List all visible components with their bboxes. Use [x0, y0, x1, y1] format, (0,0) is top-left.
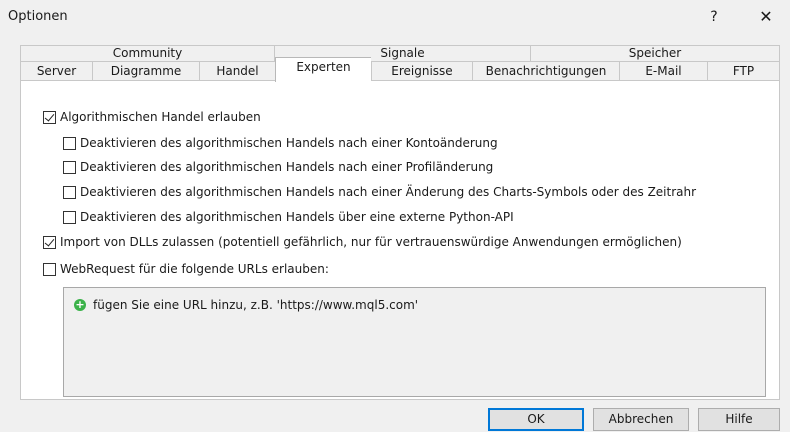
option-algo-trading[interactable]: Algorithmischen Handel erlauben	[43, 108, 261, 126]
disable-on-account-change-checkbox[interactable]	[63, 136, 76, 150]
url-list[interactable]: + fügen Sie eine URL hinzu, z.B. 'https:…	[63, 287, 766, 397]
dll-import-label: Import von DLLs zulassen (potentiell gef…	[60, 235, 682, 249]
disable-python-api-checkbox[interactable]	[63, 210, 76, 224]
window-title: Optionen	[8, 9, 68, 24]
tab-diagramme[interactable]: Diagramme	[92, 61, 199, 81]
help-button[interactable]: Hilfe	[698, 408, 780, 431]
tab-community[interactable]: Community	[20, 45, 274, 61]
dll-import-checkbox[interactable]	[43, 235, 56, 249]
tab-email[interactable]: E-Mail	[619, 61, 707, 81]
help-icon[interactable]: ?	[702, 5, 726, 29]
webrequest-label: WebRequest für die folgende URLs erlaube…	[60, 262, 329, 276]
disable-python-api-label: Deaktivieren des algorithmischen Handels…	[80, 210, 514, 224]
disable-on-symbol-change-label: Deaktivieren des algorithmischen Handels…	[80, 185, 697, 199]
tab-handel[interactable]: Handel	[199, 61, 275, 81]
add-url-item[interactable]: + fügen Sie eine URL hinzu, z.B. 'https:…	[74, 298, 418, 312]
tab-ereignisse[interactable]: Ereignisse	[371, 61, 472, 81]
tab-row-bottom: Server Diagramme Handel Experten Ereigni…	[20, 57, 780, 82]
tab-ftp[interactable]: FTP	[707, 61, 780, 81]
tab-strip: Community Signale Speicher Server Diagra…	[20, 45, 780, 82]
disable-on-profile-change-label: Deaktivieren des algorithmischen Handels…	[80, 160, 494, 174]
algo-trading-checkbox[interactable]	[43, 110, 56, 124]
tab-row-top: Community Signale Speicher	[20, 45, 780, 61]
option-disable-on-profile-change[interactable]: Deaktivieren des algorithmischen Handels…	[63, 158, 493, 176]
option-disable-on-account-change[interactable]: Deaktivieren des algorithmischen Handels…	[63, 134, 498, 152]
disable-on-symbol-change-checkbox[interactable]	[63, 185, 76, 199]
tab-experten[interactable]: Experten	[275, 57, 371, 82]
tab-speicher[interactable]: Speicher	[530, 45, 780, 61]
tab-benachrichtigungen[interactable]: Benachrichtigungen	[472, 61, 619, 81]
cancel-button[interactable]: Abbrechen	[593, 408, 689, 431]
title-bar: Optionen ? ✕	[0, 0, 790, 34]
disable-on-account-change-label: Deaktivieren des algorithmischen Handels…	[80, 136, 498, 150]
add-url-label: fügen Sie eine URL hinzu, z.B. 'https://…	[93, 298, 419, 312]
close-icon[interactable]: ✕	[752, 5, 780, 29]
option-webrequest[interactable]: WebRequest für die folgende URLs erlaube…	[43, 260, 329, 278]
algo-trading-label: Algorithmischen Handel erlauben	[60, 110, 261, 124]
tab-server[interactable]: Server	[20, 61, 92, 81]
option-disable-python-api[interactable]: Deaktivieren des algorithmischen Handels…	[63, 208, 514, 226]
experten-panel: Algorithmischen Handel erlauben Deaktivi…	[20, 80, 780, 400]
webrequest-checkbox[interactable]	[43, 262, 56, 276]
option-disable-on-symbol-change[interactable]: Deaktivieren des algorithmischen Handels…	[63, 183, 696, 201]
option-dll-import[interactable]: Import von DLLs zulassen (potentiell gef…	[43, 233, 682, 251]
plus-circle-icon[interactable]: +	[74, 299, 86, 311]
disable-on-profile-change-checkbox[interactable]	[63, 160, 76, 174]
ok-button[interactable]: OK	[488, 408, 584, 431]
